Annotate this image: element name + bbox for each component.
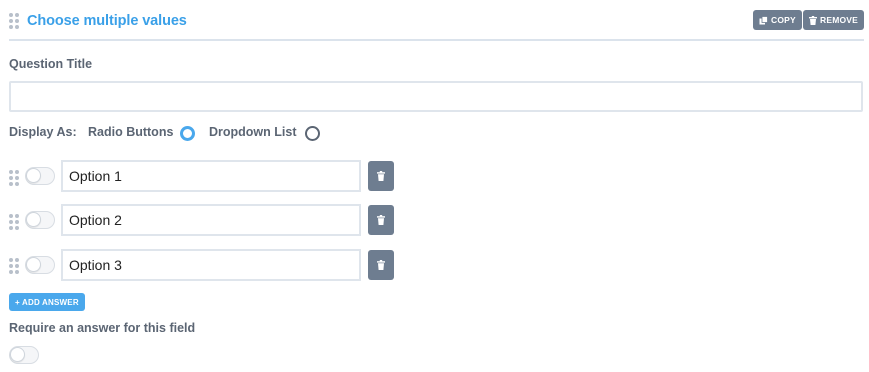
answer-input[interactable]: Option 3 [61,249,361,281]
question-title-label: Question Title [9,57,93,71]
copy-button[interactable]: COPY [753,10,802,30]
trash-icon [809,15,817,25]
radio-buttons-radio[interactable] [180,126,195,141]
remove-button[interactable]: REMOVE [803,10,865,30]
answer-input[interactable]: Option 2 [61,204,361,236]
question-title-input[interactable] [9,81,863,112]
drag-handle-icon[interactable] [9,258,21,274]
answer-row: Option 1 [0,160,400,194]
trash-icon [377,260,385,270]
trash-icon [377,171,385,181]
toggle-knob [10,347,25,362]
require-answer-toggle[interactable] [9,346,39,364]
radio-buttons-label: Radio Buttons [88,125,174,139]
add-answer-button[interactable]: + ADD ANSWER [9,293,85,311]
delete-answer-button[interactable] [368,250,394,280]
delete-answer-button[interactable] [368,161,394,191]
copy-label: COPY [771,15,796,25]
toggle-knob [26,212,41,227]
drag-handle-icon[interactable] [9,170,21,186]
block-title: Choose multiple values [27,13,187,29]
drag-handle-icon[interactable] [9,214,21,230]
answer-toggle[interactable] [25,167,55,185]
remove-label: REMOVE [820,15,859,25]
answer-toggle[interactable] [25,256,55,274]
answer-row: Option 2 [0,204,400,238]
require-answer-label: Require an answer for this field [9,321,196,335]
display-as-label: Display As: [9,125,77,139]
toggle-knob [26,168,41,183]
answer-input[interactable]: Option 1 [61,160,361,192]
block-header: Choose multiple values COPY REMOVE [0,0,869,41]
answer-toggle[interactable] [25,211,55,229]
dropdown-list-label: Dropdown List [209,125,297,139]
delete-answer-button[interactable] [368,205,394,235]
dropdown-list-radio[interactable] [305,126,320,141]
toggle-knob [26,257,41,272]
answer-row: Option 3 [0,248,400,282]
header-divider [9,39,864,41]
drag-handle-icon[interactable] [9,13,21,29]
copy-icon [759,15,768,24]
trash-icon [377,215,385,225]
